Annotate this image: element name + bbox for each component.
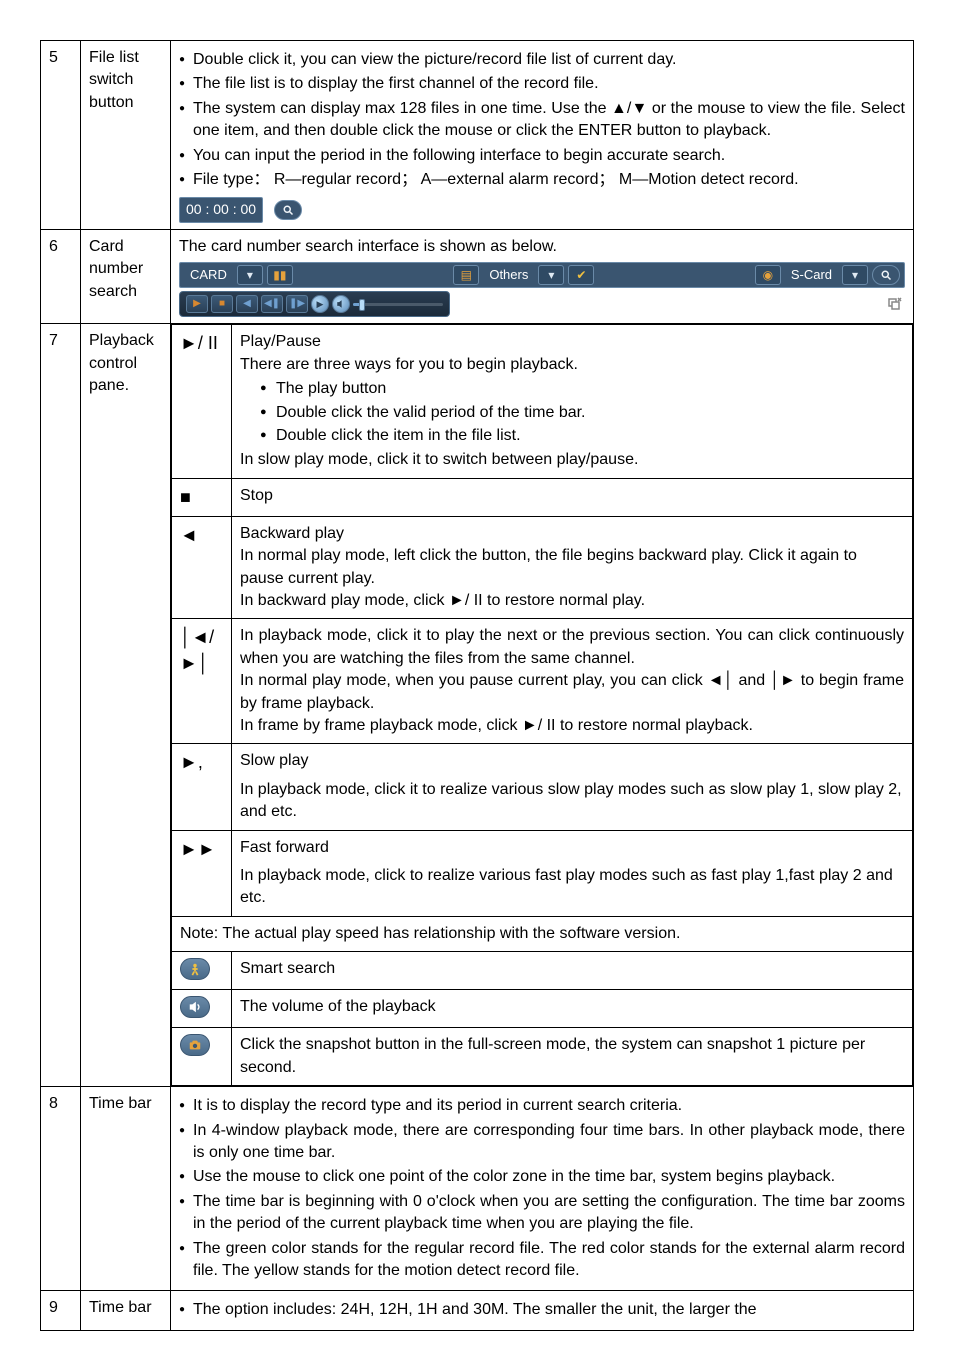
- playpause-sb2: Double click the valid period of the tim…: [260, 402, 904, 424]
- row6-line1: The card number search interface is show…: [179, 236, 905, 258]
- volume-icon[interactable]: [180, 996, 210, 1018]
- frame-l3: In frame by frame playback mode, click ►…: [240, 715, 904, 737]
- frame-icon: │◄/ ►│: [172, 619, 232, 744]
- playpause-sb1: The play button: [260, 378, 904, 400]
- row8-b3: Use the mouse to click one point of the …: [179, 1166, 905, 1188]
- pb-slow-icon[interactable]: ▶: [311, 295, 329, 313]
- close-icon[interactable]: [885, 295, 905, 311]
- row5-desc: Double click it, you can view the pictur…: [171, 41, 914, 230]
- frame-icon-2: ►│: [180, 651, 223, 676]
- row8-desc: It is to display the record type and its…: [171, 1087, 914, 1291]
- row9-label: Time bar: [81, 1291, 171, 1330]
- row8-b5: The green color stands for the regular r…: [179, 1238, 905, 1283]
- smart-search-text: Smart search: [232, 952, 913, 990]
- scard-search-icon[interactable]: [872, 265, 900, 285]
- slow-title: Slow play: [240, 750, 904, 772]
- row5-b3: The system can display max 128 files in …: [179, 98, 905, 143]
- playpause-icon: ►/ II: [172, 325, 232, 478]
- row9-num: 9: [41, 1291, 81, 1330]
- row9-b1: The option includes: 24H, 12H, 1H and 30…: [179, 1299, 905, 1321]
- row9-desc: The option includes: 24H, 12H, 1H and 30…: [171, 1291, 914, 1330]
- pb-play-icon[interactable]: ▶: [186, 295, 208, 313]
- scard-icon[interactable]: ◉: [755, 265, 781, 285]
- back-desc: Backward play In normal play mode, left …: [232, 516, 913, 619]
- search-icon-button[interactable]: [274, 200, 302, 220]
- playpause-sb3: Double click the item in the file list.: [260, 425, 904, 447]
- fast-title: Fast forward: [240, 837, 904, 859]
- scard-label: S-Card: [785, 266, 838, 284]
- row6-num: 6: [41, 229, 81, 323]
- pb-vol-slider[interactable]: [353, 299, 443, 309]
- volume-icon-cell: [172, 990, 232, 1028]
- pb-back-icon[interactable]: ◀: [236, 295, 258, 313]
- row7-desc: ►/ II Play/Pause There are three ways fo…: [171, 324, 914, 1087]
- row8-b1: It is to display the record type and its…: [179, 1095, 905, 1117]
- row5-b4: You can input the period in the followin…: [179, 145, 905, 167]
- pb-stop-icon[interactable]: ■: [211, 295, 233, 313]
- row7-label: Playback control pane.: [81, 324, 171, 1087]
- pb-vol-icon[interactable]: [332, 295, 350, 313]
- smart-search-icon[interactable]: [180, 958, 210, 980]
- row6-label: Card number search: [81, 229, 171, 323]
- card-dropdown[interactable]: ▾: [237, 265, 263, 285]
- smart-search-icon-cell: [172, 952, 232, 990]
- back-title: Backward play: [240, 523, 904, 545]
- stop-icon: ■: [172, 478, 232, 516]
- doc-table: 5 File list switch button Double click i…: [40, 40, 914, 1331]
- fast-desc: Fast forward In playback mode, click to …: [232, 830, 913, 916]
- back-l2: In backward play mode, click ►/ II to re…: [240, 590, 904, 612]
- playpause-title: Play/Pause: [240, 331, 904, 353]
- frame-l2: In normal play mode, when you pause curr…: [240, 670, 904, 715]
- playpause-l2: In slow play mode, click it to switch be…: [240, 449, 904, 471]
- slow-icon: ►,: [172, 744, 232, 830]
- row5-b2: The file list is to display the first ch…: [179, 73, 905, 95]
- card-label: CARD: [184, 266, 233, 284]
- row7-num: 7: [41, 324, 81, 1087]
- row5-num: 5: [41, 41, 81, 230]
- volume-text: The volume of the playback: [232, 990, 913, 1028]
- frame-l1: In playback mode, click it to play the n…: [240, 625, 904, 670]
- snapshot-text: Click the snapshot button in the full-sc…: [232, 1028, 913, 1086]
- playback-controls-table: ►/ II Play/Pause There are three ways fo…: [171, 324, 913, 1086]
- slow-desc: Slow play In playback mode, click it to …: [232, 744, 913, 830]
- card-toolbar: CARD ▾ ▮▮ ▤ Others ▾ ✔ ◉ S-Card ▾: [179, 262, 905, 288]
- time-input[interactable]: 00 : 00 : 00: [179, 197, 263, 223]
- others-icon[interactable]: ▤: [453, 265, 479, 285]
- row8-b4: The time bar is beginning with 0 o'clock…: [179, 1191, 905, 1236]
- others-label: Others: [483, 266, 534, 284]
- row6-desc: The card number search interface is show…: [171, 229, 914, 323]
- playpause-l1: There are three ways for you to begin pl…: [240, 354, 904, 376]
- frame-icon-1: │◄/: [180, 625, 223, 650]
- fast-l1: In playback mode, click to realize vario…: [240, 865, 904, 910]
- pb-prevframe-icon[interactable]: ◀❚: [261, 295, 283, 313]
- pb-nextframe-icon[interactable]: ❚▶: [286, 295, 308, 313]
- back-icon: ◄: [172, 516, 232, 619]
- frame-desc: In playback mode, click it to play the n…: [232, 619, 913, 744]
- back-l1: In normal play mode, left click the butt…: [240, 545, 904, 590]
- fast-icon: ►►: [172, 830, 232, 916]
- snapshot-icon-cell: [172, 1028, 232, 1086]
- row5-b5: File type： R—regular record； A—external …: [179, 169, 905, 191]
- slow-l1: In playback mode, click it to realize va…: [240, 779, 904, 824]
- stop-text: Stop: [232, 478, 913, 516]
- row8-b2: In 4-window playback mode, there are cor…: [179, 1120, 905, 1165]
- playpause-desc: Play/Pause There are three ways for you …: [232, 325, 913, 478]
- row8-num: 8: [41, 1087, 81, 1291]
- row8-label: Time bar: [81, 1087, 171, 1291]
- others-check-icon[interactable]: ✔: [568, 265, 594, 285]
- note-text: Note: The actual play speed has relation…: [172, 916, 913, 951]
- playback-bar: ▶ ■ ◀ ◀❚ ❚▶ ▶: [179, 291, 450, 317]
- card-field-icon[interactable]: ▮▮: [267, 265, 293, 285]
- others-dropdown[interactable]: ▾: [538, 265, 564, 285]
- row5-b1: Double click it, you can view the pictur…: [179, 49, 905, 71]
- row5-label: File list switch button: [81, 41, 171, 230]
- snapshot-icon[interactable]: [180, 1034, 210, 1056]
- scard-dropdown[interactable]: ▾: [842, 265, 868, 285]
